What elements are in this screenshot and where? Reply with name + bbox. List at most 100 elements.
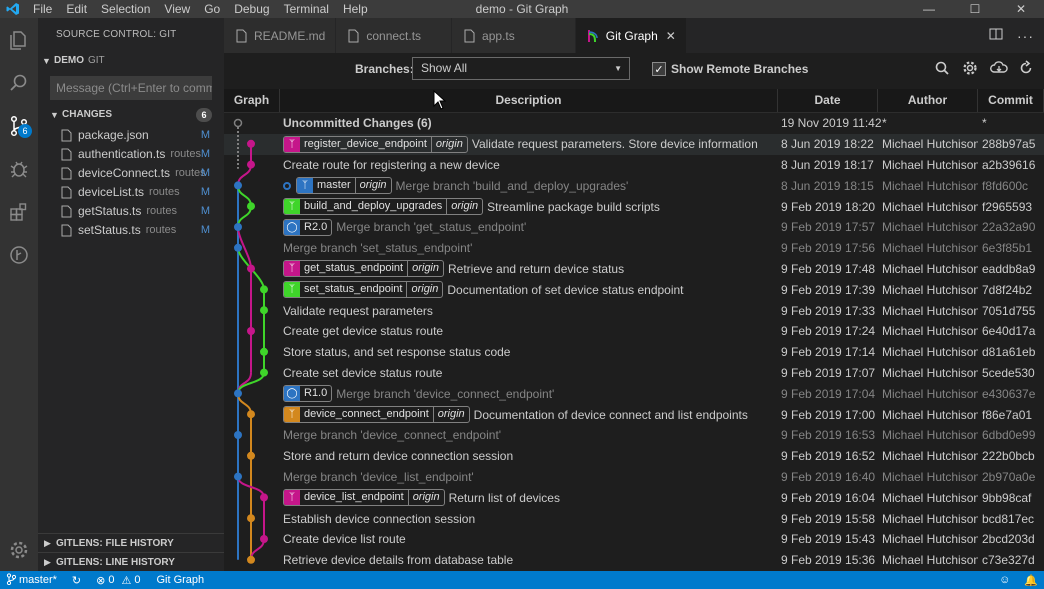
commit-row[interactable]: Store and return device connection sessi… (224, 446, 1044, 467)
settings-icon[interactable] (962, 60, 978, 76)
commit-row[interactable]: ◯ R1.0 Merge branch 'device_connect_endpoi… (224, 383, 1044, 404)
refresh-icon[interactable] (1018, 60, 1034, 76)
changed-file-item[interactable]: getStatus.ts routes M (38, 202, 224, 221)
commit-row[interactable]: Store status, and set response status co… (224, 342, 1044, 363)
commit-row[interactable]: ᛉ set_status_endpoint origin Documentation … (224, 279, 1044, 300)
menu-view[interactable]: View (157, 0, 197, 18)
feedback-smiley-icon[interactable]: ☺ (999, 574, 1010, 586)
close-window-icon[interactable]: ✕ (998, 0, 1044, 18)
file-icon (61, 167, 73, 180)
author-cell: Michael Hutchison (882, 345, 978, 360)
commit-message-input[interactable]: Message (Ctrl+Enter to commit (50, 76, 212, 100)
extensions-icon[interactable] (0, 190, 38, 233)
gitlens-icon[interactable] (0, 233, 38, 276)
commit-row[interactable]: ᛉ get_status_endpoint origin Retrieve and r… (224, 259, 1044, 280)
problems-status[interactable]: ⊗ 0 ⚠ 0 (90, 574, 146, 587)
commit-row[interactable]: Create set device status route 9 Feb 2019… (224, 363, 1044, 384)
tab-connect[interactable]: connect.ts (336, 18, 453, 53)
menu-edit[interactable]: Edit (59, 0, 94, 18)
author-cell: Michael Hutchison (882, 137, 978, 152)
repo-section-header[interactable]: ▼ DEMO GIT (38, 52, 224, 70)
commit-row[interactable]: Retrieve device details from database ta… (224, 550, 1044, 571)
menu-selection[interactable]: Selection (94, 0, 157, 18)
menu-debug[interactable]: Debug (227, 0, 276, 18)
find-icon[interactable] (934, 60, 950, 76)
commit-row[interactable]: Create route for registering a new devic… (224, 155, 1044, 176)
gitlens-line-history-section[interactable]: ▶ GITLENS: LINE HISTORY (38, 552, 224, 571)
changed-file-item[interactable]: deviceConnect.ts routes M (38, 164, 224, 183)
changed-file-item[interactable]: deviceList.ts routes M (38, 183, 224, 202)
branch-ref-label[interactable]: ᛉ register_device_endpoint origin (283, 135, 468, 153)
menu-help[interactable]: Help (336, 0, 375, 18)
maximize-icon[interactable]: ☐ (952, 0, 998, 18)
fetch-icon[interactable] (990, 60, 1008, 76)
status-bar: master* ↻ ⊗ 0 ⚠ 0 Git Graph ☺ 🔔 (0, 571, 1044, 589)
branch-ref-label[interactable]: ᛉ device_list_endpoint origin (283, 489, 445, 507)
commit-row[interactable]: ᛉ device_list_endpoint origin Return list o… (224, 487, 1044, 508)
tab-app[interactable]: app.ts (452, 18, 576, 53)
ref-remote: origin (446, 199, 482, 215)
branch-ref-label[interactable]: ᛉ master origin (296, 177, 392, 195)
changed-file-item[interactable]: package.json M (38, 126, 224, 145)
description-cell: ᛉ device_connect_endpoint origin Documentat… (280, 406, 778, 424)
tab-git-graph[interactable]: Git Graph ✕ (575, 18, 687, 53)
branch-ref-label[interactable]: ᛉ set_status_endpoint origin (283, 281, 444, 299)
tab-label: app.ts (482, 28, 515, 43)
changes-group-header[interactable]: ▼ CHANGES 6 (38, 104, 224, 126)
commit-row[interactable]: Uncommitted Changes (6) 19 Nov 2019 11:42… (224, 113, 1044, 134)
commit-row[interactable]: ᛉ master origin Merge branch 'build_and_dep… (224, 175, 1044, 196)
ref-remote: origin (354, 178, 391, 194)
commit-row[interactable]: Merge branch 'device_list_endpoint' 9 Feb… (224, 467, 1044, 488)
branch-ref-label[interactable]: ᛉ device_connect_endpoint origin (283, 406, 470, 424)
commit-row[interactable]: ᛉ build_and_deploy_upgrades origin Streamli… (224, 196, 1044, 217)
tag-ref-label[interactable]: ◯ R2.0 (283, 218, 333, 236)
commit-hash-cell: 222b0bcb (982, 449, 1035, 464)
branch-ref-label[interactable]: ᛉ build_and_deploy_upgrades origin (283, 198, 484, 216)
debug-icon[interactable] (0, 147, 38, 190)
date-cell: 9 Feb 2019 18:20 (781, 199, 876, 214)
date-cell: 9 Feb 2019 16:04 (781, 490, 876, 505)
commit-row[interactable]: ᛉ register_device_endpoint origin Validate … (224, 133, 1044, 155)
commit-row[interactable]: Establish device connection session 9 Feb… (224, 508, 1044, 529)
search-icon[interactable] (0, 61, 38, 104)
branches-select[interactable]: Show All ▼ (412, 57, 630, 80)
commit-row[interactable]: Validate request parameters 9 Feb 2019 17… (224, 300, 1044, 321)
commit-row[interactable]: Merge branch 'device_connect_endpoint' 9 … (224, 425, 1044, 446)
settings-gear-icon[interactable] (0, 528, 38, 571)
gitlens-file-history-section[interactable]: ▶ GITLENS: FILE HISTORY (38, 533, 224, 552)
file-icon (462, 29, 476, 43)
notifications-bell-icon[interactable]: 🔔 (1024, 574, 1038, 587)
changed-file-item[interactable]: setStatus.ts routes M (38, 221, 224, 240)
git-graph-view: Branches: Show All ▼ ✓ Show Remote Branc… (224, 53, 1044, 571)
changed-file-item[interactable]: authentication.ts routes M (38, 145, 224, 164)
split-editor-icon[interactable] (989, 27, 1003, 44)
commit-hash-cell: 2b970a0e (982, 469, 1036, 484)
branch-status[interactable]: master* (0, 572, 63, 588)
file-name: package.json (78, 128, 149, 142)
sync-icon[interactable]: ↻ (63, 574, 90, 587)
branch-ref-label[interactable]: ᛉ get_status_endpoint origin (283, 260, 444, 278)
commit-message: Return list of devices (448, 490, 560, 505)
menu-file[interactable]: File (26, 0, 59, 18)
close-icon[interactable]: ✕ (666, 29, 676, 43)
file-icon (61, 186, 73, 199)
commit-row[interactable]: Create get device status route 9 Feb 2019… (224, 321, 1044, 342)
author-cell: Michael Hutchison (882, 449, 978, 464)
commit-row[interactable]: ◯ R2.0 Merge branch 'get_status_endpoint' 9… (224, 217, 1044, 238)
source-control-icon[interactable]: 6 (0, 104, 38, 147)
commit-row[interactable]: ᛉ device_connect_endpoint origin Documentat… (224, 404, 1044, 425)
commit-hash-cell: 6dbd0e99 (982, 428, 1036, 443)
commit-message: Documentation of set device status endpo… (447, 282, 684, 297)
show-remote-checkbox[interactable]: ✓ (652, 62, 666, 76)
minimize-icon[interactable]: — (906, 0, 952, 18)
git-graph-status-button[interactable]: Git Graph (146, 574, 210, 586)
commit-row[interactable]: Merge branch 'set_status_endpoint' 9 Feb … (224, 238, 1044, 259)
more-actions-icon[interactable]: ··· (1017, 28, 1034, 44)
explorer-icon[interactable] (0, 18, 38, 61)
commit-hash-cell: 22a32a90 (982, 220, 1036, 235)
menu-terminal[interactable]: Terminal (277, 0, 336, 18)
tag-ref-label[interactable]: ◯ R1.0 (283, 385, 333, 403)
tab-readme[interactable]: README.md (224, 18, 337, 53)
menu-go[interactable]: Go (197, 0, 227, 18)
commit-row[interactable]: Create device list route 9 Feb 2019 15:43… (224, 529, 1044, 550)
